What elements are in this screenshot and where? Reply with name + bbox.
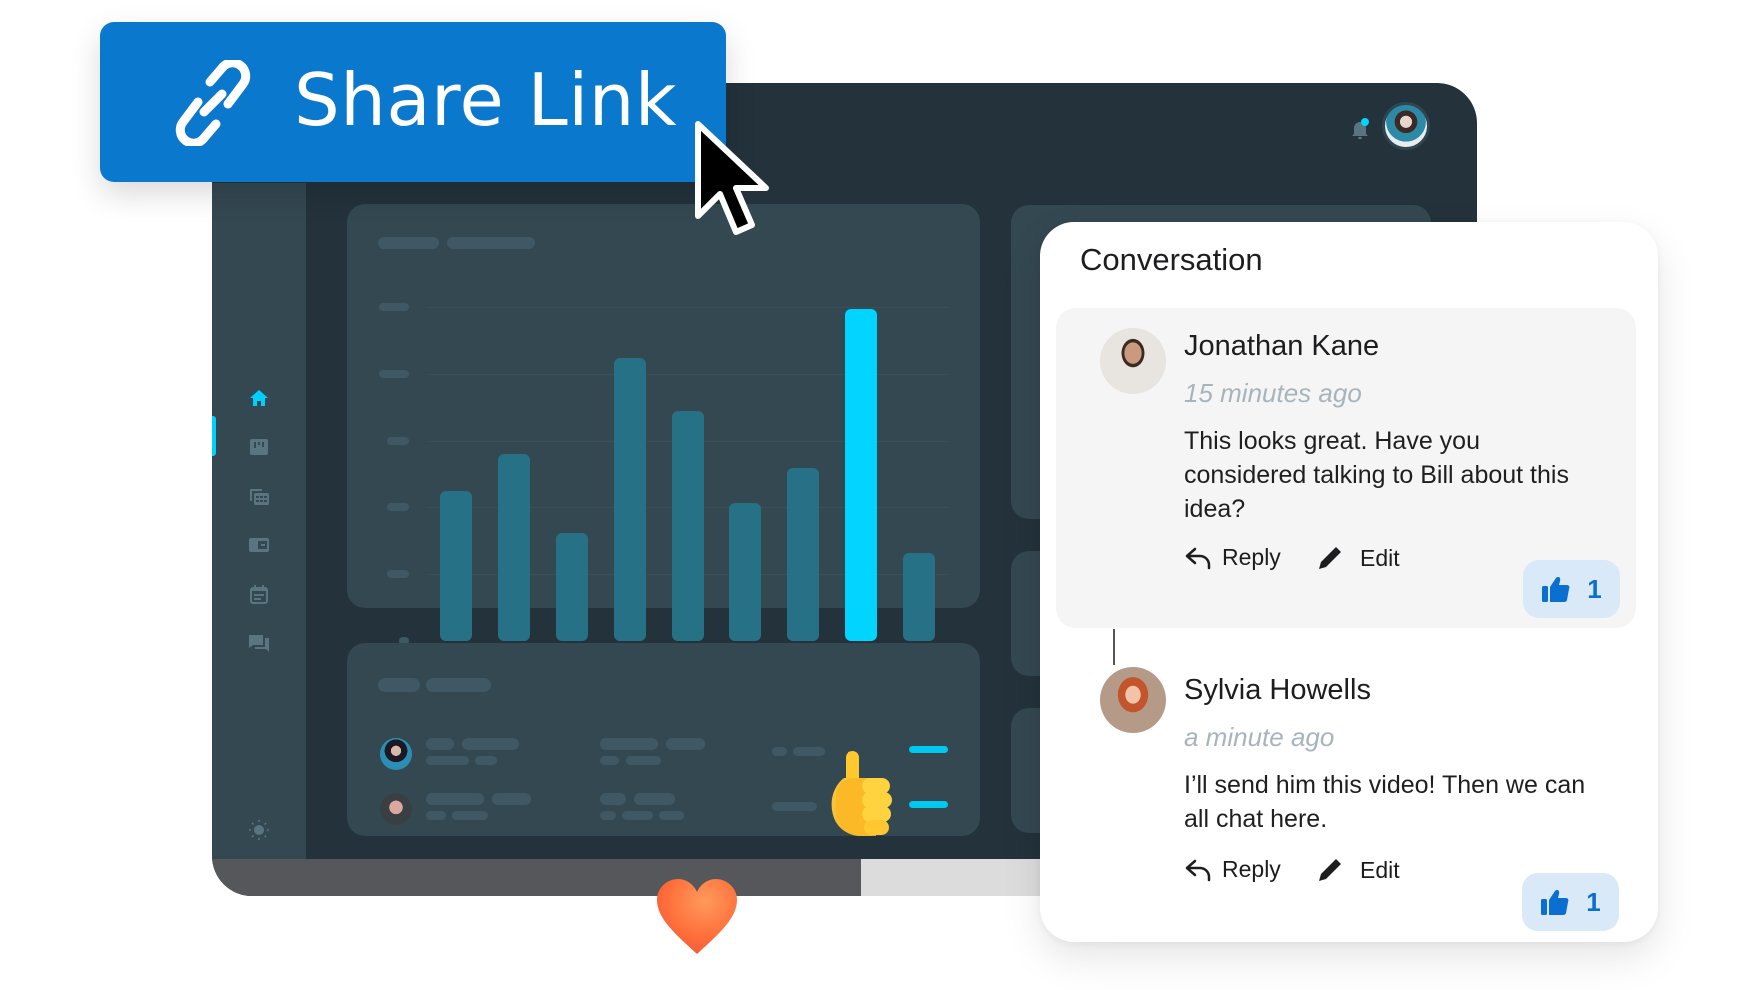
bar[interactable] <box>729 503 761 641</box>
placeholder-text <box>793 747 825 756</box>
y-tick-label <box>387 503 409 511</box>
comment-timestamp: a minute ago <box>1184 722 1335 752</box>
reply-icon <box>1185 547 1211 569</box>
mouse-cursor-icon <box>695 121 769 235</box>
avatar <box>380 793 412 825</box>
comment-timestamp: 15 minutes ago <box>1184 378 1362 408</box>
reply-label: Reply <box>1222 856 1281 882</box>
placeholder-text <box>634 793 675 805</box>
bell-icon[interactable] <box>1349 118 1371 145</box>
status-bar <box>909 746 948 753</box>
comment-author[interactable]: Sylvia Howells <box>1184 674 1371 707</box>
bar[interactable] <box>845 309 877 641</box>
bar[interactable] <box>440 491 472 641</box>
status-bar <box>909 801 948 808</box>
placeholder-text <box>475 756 497 765</box>
placeholder-text <box>772 802 817 811</box>
reply-icon <box>1185 859 1211 881</box>
chat-icon[interactable] <box>247 631 271 655</box>
placeholder-text <box>600 793 626 805</box>
sun-icon[interactable] <box>247 818 271 842</box>
placeholder-text <box>626 756 661 765</box>
y-tick-label <box>387 437 409 445</box>
bar[interactable] <box>614 358 646 641</box>
placeholder-text <box>659 811 684 820</box>
home-icon[interactable] <box>247 386 271 410</box>
placeholder-text <box>426 811 446 820</box>
reply-button[interactable]: Reply <box>1184 544 1281 571</box>
bar[interactable] <box>787 468 819 641</box>
chart-card <box>347 204 980 667</box>
board-icon[interactable] <box>247 435 271 459</box>
comment: Jonathan Kane 15 minutes ago This looks … <box>1056 308 1636 628</box>
thumbs-up-emoji <box>831 751 892 836</box>
pencil-icon <box>1319 547 1341 569</box>
table-subtitle-placeholder <box>426 678 491 692</box>
grid-line <box>427 307 948 308</box>
placeholder-text <box>600 811 616 820</box>
like-button[interactable]: 1 <box>1522 873 1619 931</box>
share-link-label: Share Link <box>294 58 678 142</box>
placeholder-text <box>600 756 619 765</box>
conversation-panel: Conversation Jonathan Kane 15 minutes ag… <box>1040 222 1658 942</box>
like-button[interactable]: 1 <box>1523 560 1620 618</box>
placeholder-text <box>426 793 484 805</box>
edit-button[interactable]: Edit <box>1316 856 1400 884</box>
bar[interactable] <box>903 553 935 641</box>
placeholder-text <box>492 793 531 805</box>
placeholder-text <box>426 738 454 750</box>
edit-label: Edit <box>1360 856 1400 883</box>
calendar-icon[interactable] <box>247 582 271 606</box>
placeholder-text <box>622 811 653 820</box>
avatar <box>380 738 412 770</box>
bar[interactable] <box>556 533 588 641</box>
placeholder-text <box>426 756 469 765</box>
thumbs-up-icon <box>1542 577 1570 602</box>
comment-author[interactable]: Jonathan Kane <box>1184 330 1379 363</box>
y-tick-label <box>387 570 409 578</box>
comment-text: I’ll send him this video! Then we can al… <box>1184 771 1586 833</box>
y-tick-label <box>379 303 409 311</box>
user-avatar[interactable] <box>1382 102 1430 150</box>
link-icon <box>175 60 251 146</box>
comment-text: This looks great. Have you considered ta… <box>1184 427 1569 523</box>
reply-button[interactable]: Reply <box>1184 856 1281 883</box>
comment: Sylvia Howells a minute ago I’ll send hi… <box>1056 628 1636 931</box>
heart-emoji <box>657 879 737 954</box>
placeholder-text <box>452 811 488 820</box>
placeholder-text <box>600 738 658 750</box>
bar[interactable] <box>672 411 704 641</box>
y-tick-label <box>379 370 409 378</box>
sidebar <box>212 183 306 859</box>
pencil-icon <box>1319 859 1341 881</box>
bar-chart <box>347 204 980 667</box>
like-count: 1 <box>1587 573 1602 604</box>
like-count: 1 <box>1586 886 1601 917</box>
avatar[interactable] <box>1100 328 1166 394</box>
avatar[interactable] <box>1100 667 1166 733</box>
edit-label: Edit <box>1360 544 1400 571</box>
share-link-button[interactable]: Share Link <box>100 22 726 182</box>
placeholder-text <box>772 747 787 756</box>
placeholder-text <box>666 738 705 750</box>
reply-label: Reply <box>1222 544 1281 570</box>
bar[interactable] <box>498 454 530 641</box>
thumbs-up-icon <box>1541 890 1569 915</box>
spreadsheet-icon[interactable] <box>247 484 271 508</box>
placeholder-text <box>462 738 519 750</box>
conversation-title: Conversation <box>1080 242 1263 277</box>
active-indicator <box>212 416 216 456</box>
notification-dot <box>1361 118 1369 126</box>
wallet-icon[interactable] <box>247 533 271 557</box>
edit-button[interactable]: Edit <box>1316 544 1400 572</box>
table-title-placeholder <box>378 678 420 692</box>
